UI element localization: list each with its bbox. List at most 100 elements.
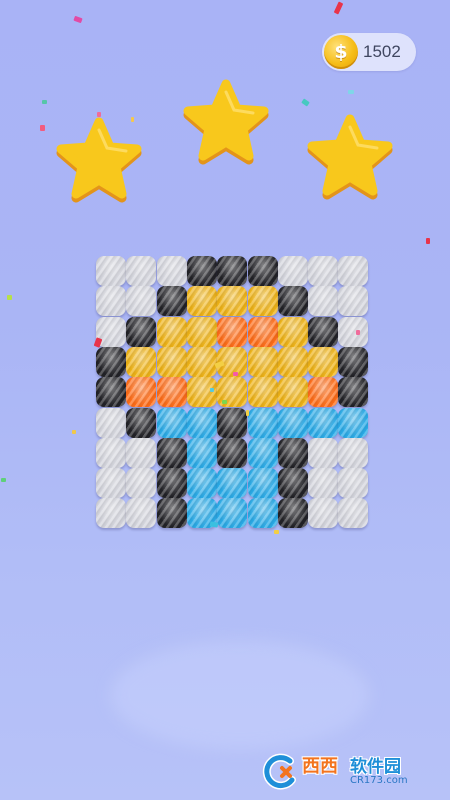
knit-cell-white [338,317,368,347]
knit-puzzle-grid [96,256,368,528]
knit-cell-black [278,498,308,528]
knit-cell-blue [248,498,278,528]
knit-cell-white [96,468,126,498]
star-1-icon [56,117,142,203]
knit-cell-blue [248,408,278,438]
knit-cell-white [96,498,126,528]
knit-cell-white [308,256,338,286]
knit-cell-white [338,286,368,316]
knit-cell-yellow [157,347,187,377]
knit-cell-blue [187,408,217,438]
confetti-piece [356,330,360,335]
knit-cell-yellow [278,317,308,347]
confetti-piece [426,238,430,244]
knit-cell-white [338,498,368,528]
watermark-logo-icon [262,753,296,790]
knit-cell-orange [308,377,338,407]
knit-cell-yellow [217,286,247,316]
knit-cell-orange [126,377,156,407]
knit-cell-blue [157,408,187,438]
knit-cell-yellow [187,347,217,377]
knit-cell-white [126,256,156,286]
confetti-piece [274,530,279,534]
knit-cell-blue [217,468,247,498]
knit-cell-white [126,498,156,528]
confetti-piece [40,125,45,131]
coin-count: 1502 [363,42,401,61]
knit-cell-white [96,286,126,316]
confetti-piece [210,388,214,392]
knit-cell-yellow [248,286,278,316]
knit-cell-blue [248,438,278,468]
knit-cell-white [338,256,368,286]
knit-cell-black [217,438,247,468]
knit-cell-white [308,468,338,498]
confetti-piece [72,430,76,434]
confetti-piece [246,410,249,416]
knit-cell-white [96,256,126,286]
knit-cell-white [126,286,156,316]
knit-cell-blue [217,498,247,528]
knit-cell-orange [248,317,278,347]
confetti-piece [301,98,310,107]
knit-cell-white [308,498,338,528]
knit-cell-white [96,408,126,438]
knit-cell-yellow [126,347,156,377]
watermark: 西西 软件园 CR173.com [260,748,450,794]
knit-cell-white [338,438,368,468]
knit-cell-blue [187,438,217,468]
knit-cell-blue [248,468,278,498]
knit-cell-white [278,256,308,286]
knit-cell-black [278,468,308,498]
confetti-piece [42,100,47,104]
coin-icon: $ [324,35,358,69]
knit-cell-orange [217,317,247,347]
confetti-piece [7,295,12,300]
knit-cell-black [157,438,187,468]
star-2-icon [183,79,269,165]
knit-cell-black [338,377,368,407]
knit-cell-black [217,256,247,286]
knit-cell-blue [338,408,368,438]
knit-cell-white [126,438,156,468]
knit-cell-orange [157,377,187,407]
knit-cell-black [126,408,156,438]
confetti-piece [97,112,101,117]
knit-cell-black [278,438,308,468]
knit-cell-white [157,256,187,286]
knit-cell-black [338,347,368,377]
knit-cell-black [308,317,338,347]
knit-cell-black [217,408,247,438]
knit-cell-black [248,256,278,286]
coin-counter: $ 1502 [322,33,416,71]
knit-cell-blue [187,468,217,498]
background-glow [110,640,370,750]
knit-cell-blue [278,408,308,438]
knit-cell-black [96,377,126,407]
knit-cell-white [308,286,338,316]
confetti-piece [222,400,227,404]
confetti-piece [333,1,344,15]
watermark-brand: 西西 [302,756,338,777]
knit-cell-white [308,438,338,468]
confetti-piece [131,117,134,122]
knit-cell-white [338,468,368,498]
knit-cell-yellow [308,347,338,377]
knit-cell-black [126,317,156,347]
knit-cell-black [157,498,187,528]
knit-cell-yellow [278,377,308,407]
knit-cell-yellow [157,317,187,347]
knit-cell-yellow [187,317,217,347]
knit-cell-yellow [248,347,278,377]
star-3-icon [307,114,393,200]
knit-cell-black [157,286,187,316]
knit-cell-white [126,468,156,498]
watermark-site: 软件园 [350,757,401,777]
knit-cell-black [278,286,308,316]
knit-cell-black [187,256,217,286]
confetti-piece [73,15,83,24]
knit-cell-yellow [278,347,308,377]
confetti-piece [1,478,6,482]
knit-cell-black [157,468,187,498]
knit-cell-blue [308,408,338,438]
